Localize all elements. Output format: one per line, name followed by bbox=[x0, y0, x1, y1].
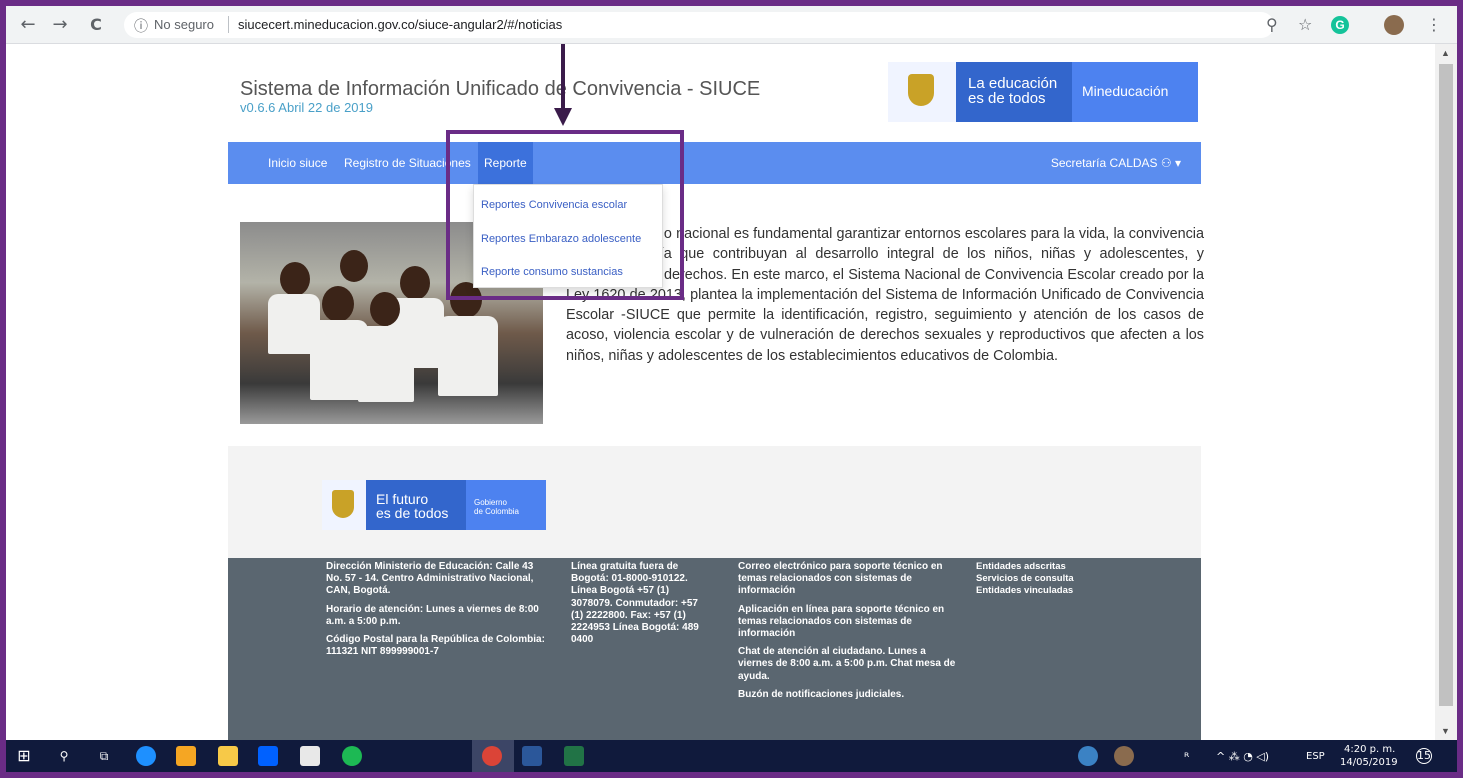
windows-start-icon[interactable]: ⊞ bbox=[14, 746, 34, 766]
spotify-icon[interactable] bbox=[342, 746, 362, 766]
zoom-icon[interactable]: ⚲ bbox=[1266, 15, 1278, 34]
store-icon[interactable] bbox=[176, 746, 196, 766]
footer-chat[interactable]: Chat de atención al ciudadano. Lunes a v… bbox=[738, 646, 960, 683]
task-view-icon[interactable]: ⧉ bbox=[94, 746, 114, 766]
reload-icon[interactable]: C bbox=[86, 15, 106, 35]
notification-center-icon[interactable]: 15 bbox=[1416, 748, 1432, 764]
user-photo-icon[interactable] bbox=[1114, 746, 1134, 766]
annotation-arrow-head bbox=[554, 108, 572, 126]
footer-address: Dirección Ministerio de Educación: Calle… bbox=[326, 561, 534, 597]
help-icon[interactable] bbox=[1078, 746, 1098, 766]
brand-slogan-line1: La educación bbox=[968, 75, 1058, 92]
page-scrollbar[interactable]: ▲ ▼ bbox=[1435, 44, 1457, 740]
url-text[interactable]: siucecert.mineducacion.gov.co/siuce-angu… bbox=[238, 17, 562, 32]
security-label: No seguro bbox=[154, 17, 214, 32]
brand-slogan: La educación es de todos bbox=[956, 62, 1072, 122]
footer-link-servicios[interactable]: Servicios de consulta bbox=[976, 573, 1126, 585]
gov-slogan: El futuro es de todos bbox=[366, 480, 466, 530]
footer-postal: Código Postal para la República de Colom… bbox=[326, 634, 545, 658]
footer-link-vinculadas[interactable]: Entidades vinculadas bbox=[976, 585, 1126, 597]
edge-browser-icon[interactable] bbox=[136, 746, 156, 766]
gov-name: Gobierno de Colombia bbox=[466, 480, 546, 530]
profile-avatar[interactable] bbox=[1384, 15, 1404, 35]
people-icon[interactable]: ᴿ bbox=[1184, 750, 1189, 764]
colombia-shield-icon bbox=[888, 62, 956, 122]
footer-email-support[interactable]: Correo electrónico para soporte técnico … bbox=[738, 561, 960, 598]
site-version: v0.6.6 Abril 22 de 2019 bbox=[240, 100, 373, 115]
chrome-icon[interactable] bbox=[482, 746, 502, 766]
gov-slogan-line1: El futuro bbox=[376, 491, 429, 507]
footer-link-adscritas[interactable]: Entidades adscritas bbox=[976, 561, 1126, 573]
nav-inicio-siuce[interactable]: Inicio siuce bbox=[268, 156, 327, 170]
menu-icon[interactable]: ⋮ bbox=[1426, 15, 1442, 34]
clock-time[interactable]: 4:20 p. m. bbox=[1344, 744, 1395, 755]
search-icon[interactable]: ⚲ bbox=[54, 746, 74, 766]
excel-icon[interactable] bbox=[564, 746, 584, 766]
browser-toolbar: ← → C ⓘ No seguro siucecert.mineducacion… bbox=[6, 6, 1457, 44]
reporte-dropdown-menu: Reportes Convivencia escolar Reportes Em… bbox=[473, 184, 663, 288]
scroll-thumb[interactable] bbox=[1439, 64, 1453, 706]
grammarly-extension-icon[interactable]: G bbox=[1331, 16, 1349, 34]
user-menu[interactable]: Secretaría CALDAS ⚇ ▾ bbox=[1051, 156, 1181, 170]
footer-phones: Línea gratuita fuera de Bogotá: 01-8000-… bbox=[571, 561, 699, 646]
footer-col-address: Dirección Ministerio de Educación: Calle… bbox=[326, 561, 548, 664]
mineducacion-logo[interactable]: La educación es de todos Mineducación bbox=[888, 62, 1198, 122]
colombia-shield-icon bbox=[322, 480, 366, 530]
dropdown-item-convivencia[interactable]: Reportes Convivencia escolar bbox=[481, 199, 627, 211]
dropbox-icon[interactable] bbox=[258, 746, 278, 766]
scroll-down-icon[interactable]: ▼ bbox=[1441, 726, 1450, 736]
brand-ministry: Mineducación bbox=[1072, 62, 1198, 122]
system-tray-icons[interactable]: ^ ⁂ ◔ ◁) bbox=[1216, 750, 1269, 763]
word-icon[interactable] bbox=[522, 746, 542, 766]
footer-hours: Horario de atención: Lunes a viernes de … bbox=[326, 603, 539, 627]
back-arrow-icon[interactable]: ← bbox=[18, 15, 38, 35]
footer-col-links: Entidades adscritas Servicios de consult… bbox=[976, 561, 1126, 598]
nav-reporte[interactable]: Reporte bbox=[478, 142, 533, 184]
brand-slogan-line2: es de todos bbox=[968, 90, 1046, 107]
footer-online-support[interactable]: Aplicación en línea para soporte técnico… bbox=[738, 604, 960, 641]
mail-icon[interactable] bbox=[300, 746, 320, 766]
address-bar[interactable]: ⓘ No seguro siucecert.mineducacion.gov.c… bbox=[124, 12, 1274, 38]
gov-name-line1: Gobierno bbox=[474, 498, 507, 507]
file-explorer-icon[interactable] bbox=[218, 746, 238, 766]
footer-info: Dirección Ministerio de Educación: Calle… bbox=[228, 558, 1201, 740]
info-icon[interactable]: ⓘ bbox=[134, 16, 148, 36]
gov-name-line2: de Colombia bbox=[474, 507, 519, 516]
windows-taskbar: ⊞ ⚲ ⧉ ᴿ ^ ⁂ ◔ ◁) ESP 4:20 p. m. 14/05/20… bbox=[6, 740, 1457, 772]
forward-arrow-icon[interactable]: → bbox=[50, 15, 70, 35]
gobierno-logo[interactable]: El futuro es de todos Gobierno de Colomb… bbox=[322, 480, 546, 530]
scroll-up-icon[interactable]: ▲ bbox=[1441, 48, 1450, 58]
footer-col-support: Correo electrónico para soporte técnico … bbox=[738, 561, 960, 707]
annotation-arrow bbox=[561, 44, 565, 110]
bookmark-star-icon[interactable]: ☆ bbox=[1298, 15, 1312, 34]
dropdown-item-embarazo[interactable]: Reportes Embarazo adolescente bbox=[481, 233, 641, 245]
screen-frame: ← → C ⓘ No seguro siucecert.mineducacion… bbox=[6, 6, 1457, 772]
site-title: Sistema de Información Unificado de Conv… bbox=[240, 78, 761, 100]
nav-registro-situaciones[interactable]: Registro de Situaciones bbox=[344, 156, 471, 170]
page-viewport: Sistema de Información Unificado de Conv… bbox=[6, 44, 1435, 740]
dropdown-item-consumo[interactable]: Reporte consumo sustancias bbox=[481, 266, 623, 278]
gov-slogan-line2: es de todos bbox=[376, 505, 449, 521]
main-navbar: Inicio siuce Registro de Situaciones Rep… bbox=[228, 142, 1201, 184]
address-separator bbox=[228, 16, 229, 33]
footer-col-phones: Línea gratuita fuera de Bogotá: 01-8000-… bbox=[571, 561, 701, 652]
clock-date[interactable]: 14/05/2019 bbox=[1340, 757, 1398, 768]
language-indicator[interactable]: ESP bbox=[1306, 751, 1325, 762]
footer-judicial-mailbox[interactable]: Buzón de notificaciones judiciales. bbox=[738, 689, 960, 701]
